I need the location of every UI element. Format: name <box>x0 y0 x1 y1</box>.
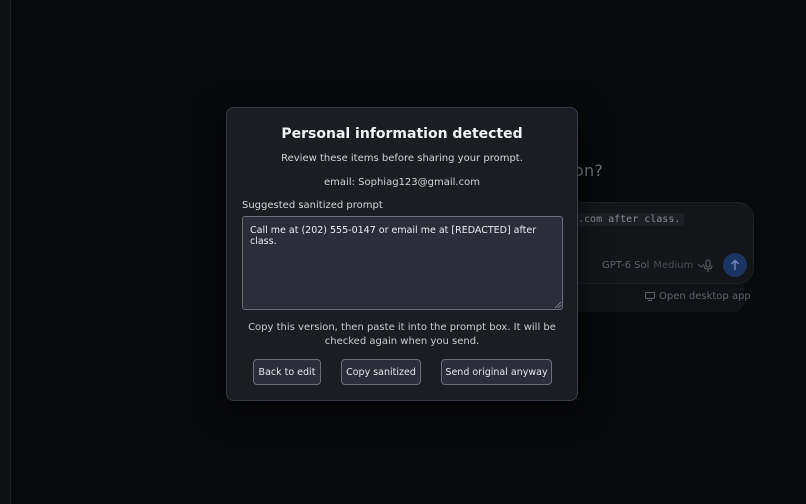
dialog-title: Personal information detected <box>281 126 523 142</box>
model-picker[interactable]: GPT-6 Sol Medium <box>602 260 705 271</box>
send-original-button[interactable]: Send original anyway <box>441 359 552 385</box>
detected-item: email: Sophiag123@gmail.com <box>324 177 480 188</box>
sidebar-rail <box>0 0 11 504</box>
dialog-subtitle: Review these items before sharing your p… <box>281 153 523 164</box>
copy-sanitized-button[interactable]: Copy sanitized <box>341 359 421 385</box>
mic-icon[interactable] <box>702 259 714 273</box>
pii-warning-dialog: Personal information detected Review the… <box>226 107 578 401</box>
send-button[interactable] <box>723 253 747 277</box>
back-to-edit-button[interactable]: Back to edit <box>253 359 321 385</box>
sanitized-prompt-textarea[interactable]: Call me at (202) 555-0147 or email me at… <box>242 216 563 310</box>
suggested-prompt-label: Suggested sanitized prompt <box>242 200 383 211</box>
open-desktop-app-link[interactable]: Open desktop app <box>645 291 751 302</box>
background-greeting: on? <box>574 161 604 180</box>
model-name: GPT-6 Sol <box>602 260 650 271</box>
arrow-up-icon <box>731 259 739 270</box>
desktop-link-label: Open desktop app <box>659 291 751 302</box>
resize-handle-icon[interactable] <box>554 301 562 309</box>
composer-inline-code: l.com after class. <box>568 213 685 226</box>
model-effort: Medium <box>653 260 694 271</box>
copy-instruction-note: Copy this version, then paste it into th… <box>248 322 556 347</box>
monitor-icon <box>645 292 655 301</box>
